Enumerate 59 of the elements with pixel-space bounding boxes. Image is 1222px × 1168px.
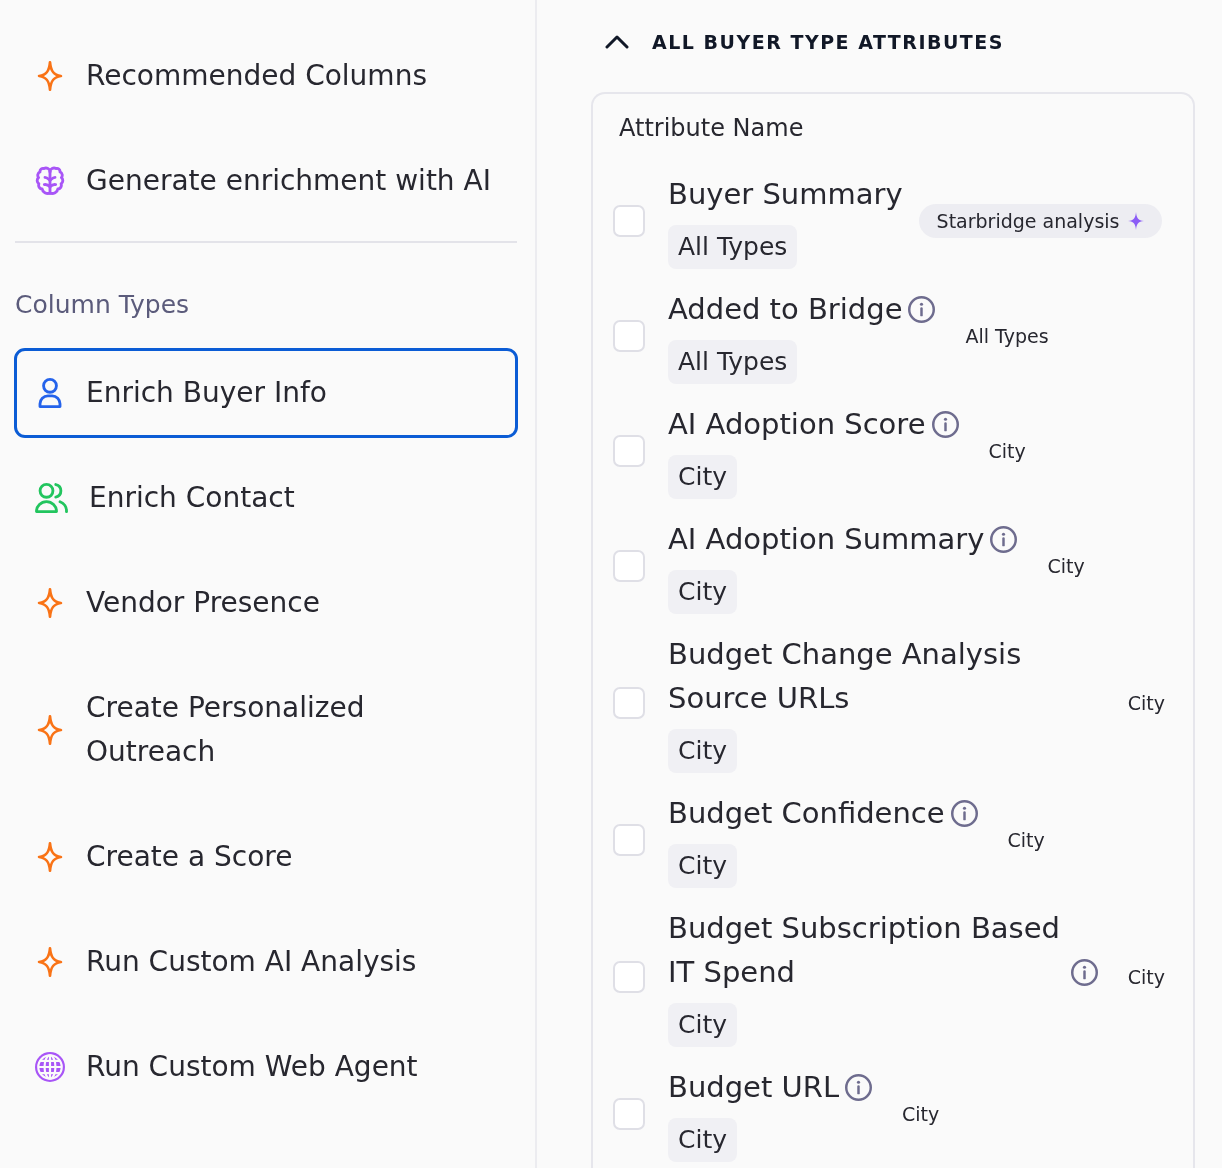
attribute-name: Budget Change Analysis Source URLs <box>668 636 1023 717</box>
sidebar-item[interactable]: Recommended Columns <box>14 31 518 121</box>
info-icon[interactable] <box>845 1074 873 1101</box>
attribute-name: Budget Confidence <box>668 795 945 832</box>
type-tag: City <box>668 455 737 499</box>
type-label: City <box>902 1101 940 1127</box>
type-label: City <box>988 438 1026 464</box>
type-tag: City <box>668 570 737 614</box>
attribute-name: AI Adoption Summary <box>668 521 985 558</box>
type-label: City <box>1127 964 1165 990</box>
type-tag: All Types <box>668 225 798 269</box>
checkbox[interactable] <box>613 434 645 467</box>
caret-icon[interactable] <box>605 35 629 49</box>
checkbox[interactable] <box>613 686 645 719</box>
sidebar-item[interactable]: Enrich Contact <box>14 453 518 543</box>
type-tag: City <box>668 729 737 773</box>
column-header: Attribute Name <box>619 113 804 143</box>
sparkle-icon <box>35 842 65 872</box>
users-icon <box>35 483 68 513</box>
checkbox[interactable] <box>613 1097 645 1130</box>
sidebar-item[interactable]: Enrich Buyer Info <box>14 348 518 438</box>
section-title: ALL BUYER TYPE ATTRIBUTES <box>652 31 1004 53</box>
sparkle-icon <box>35 61 65 91</box>
type-tag: City <box>668 844 737 888</box>
info-icon[interactable] <box>1070 959 1098 986</box>
sidebar-item[interactable]: Create Personalized Outreach <box>14 663 518 797</box>
attribute-name: AI Adoption Score <box>668 406 926 443</box>
attribute-name: Added to Bridge <box>668 291 903 328</box>
sidebar-item[interactable]: Create a Score <box>14 812 518 902</box>
sidebar-item[interactable]: Run Custom AI Analysis <box>14 917 518 1007</box>
checkbox[interactable] <box>613 549 645 582</box>
brain-icon <box>35 166 65 196</box>
badge-label: Starbridge analysis <box>936 209 1120 232</box>
sidebar-item[interactable]: Generate enrichment with AI <box>14 136 518 226</box>
globe-icon <box>35 1052 65 1082</box>
info-icon[interactable] <box>908 296 936 323</box>
attribute-name: Budget URL <box>668 1069 840 1106</box>
info-icon[interactable] <box>990 526 1018 553</box>
type-label: City <box>1127 690 1165 716</box>
type-label: City <box>1007 827 1045 853</box>
sidebar-item[interactable]: Vendor Presence <box>14 558 518 648</box>
type-label: All Types <box>965 323 1049 349</box>
sparkle-icon <box>35 588 65 618</box>
info-icon[interactable] <box>950 800 978 827</box>
checkbox[interactable] <box>613 960 645 993</box>
attribute-name: Budget Subscription Based IT Spend <box>668 910 1061 991</box>
sparkle-icon <box>35 715 65 745</box>
sparkle-icon <box>35 947 65 977</box>
type-tag: All Types <box>668 340 798 384</box>
checkbox[interactable] <box>613 204 645 237</box>
type-tag: City <box>668 1003 737 1047</box>
attribute-name: Buyer Summary <box>668 176 903 213</box>
checkbox[interactable] <box>613 823 645 856</box>
sidebar-item[interactable]: Run Custom Web Agent <box>14 1022 518 1112</box>
checkbox[interactable] <box>613 319 645 352</box>
section-heading: Column Types <box>15 290 190 320</box>
type-tag: City <box>668 1118 737 1162</box>
type-label: City <box>1047 553 1085 579</box>
info-icon[interactable] <box>931 411 959 438</box>
